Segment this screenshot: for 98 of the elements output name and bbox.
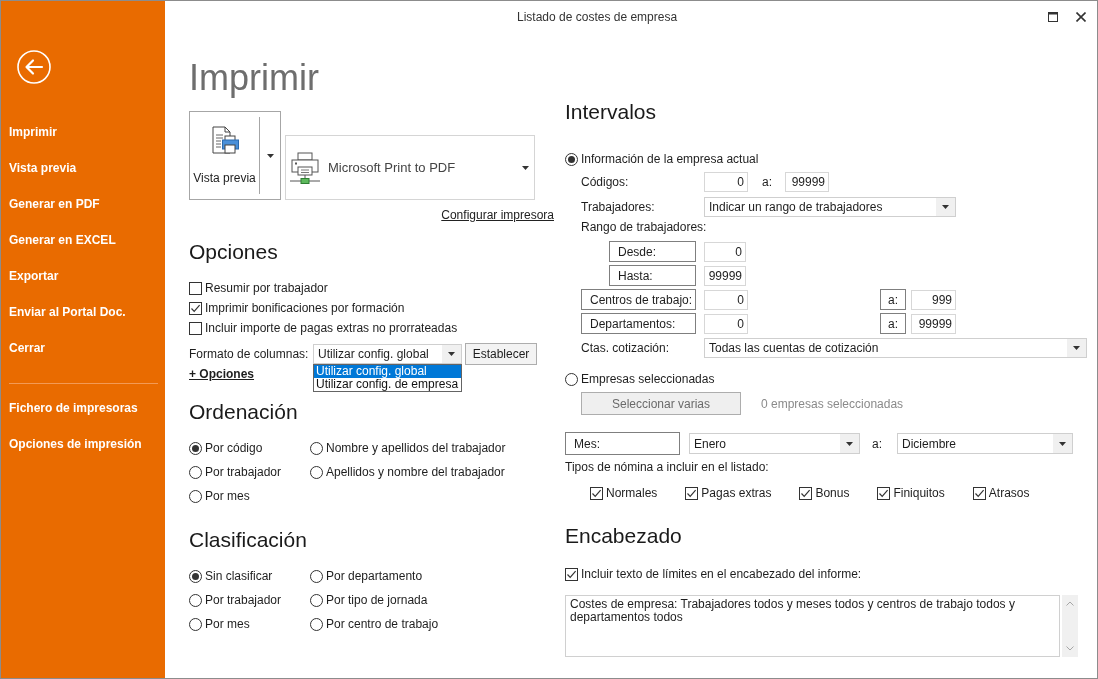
radio-label: Por departamento <box>326 568 423 585</box>
dropdown-option[interactable]: Utilizar config. global <box>314 365 461 378</box>
radio-label: Empresas seleccionadas <box>581 371 715 388</box>
radio-label: Por tipo de jornada <box>326 592 428 609</box>
field-label: Ctas. cotización: <box>581 340 671 357</box>
field-label: Códigos: <box>581 174 630 191</box>
checkbox-label: Atrasos <box>988 485 1030 502</box>
radio-button[interactable] <box>189 617 202 631</box>
checkbox-label: Imprimir bonificaciones por formación <box>205 300 405 317</box>
checkbox[interactable] <box>877 486 891 500</box>
code-from-field[interactable]: 0 <box>704 172 748 192</box>
checkbox[interactable] <box>565 567 578 581</box>
work-centers-label: Centros de trabajo: <box>581 289 696 310</box>
checkbox[interactable] <box>972 486 986 500</box>
work-centers-to-field[interactable]: 999 <box>911 289 956 310</box>
header-text-field[interactable]: Costes de empresa: Trabajadores todos y meses todos y centros de trabajo todos y departamentos todos <box>565 595 1060 657</box>
radio-button[interactable] <box>189 569 202 583</box>
caret-icon <box>942 205 949 209</box>
caret-icon <box>846 441 853 446</box>
section-heading: Opciones <box>189 239 279 265</box>
checkbox-label: Finiquitos <box>893 485 945 502</box>
radio-button[interactable] <box>565 152 578 166</box>
month-label: Mes: <box>565 432 680 455</box>
radio-label: Por trabajador <box>205 464 282 481</box>
month-from-dropdown[interactable]: Enero <box>689 433 860 454</box>
radio-button[interactable] <box>310 441 323 455</box>
range-from-field[interactable]: 0 <box>704 241 746 262</box>
departments-to-field[interactable]: 99999 <box>911 313 956 334</box>
range-to-label: Hasta: <box>609 265 696 286</box>
field-label: Trabajadores: <box>581 199 656 216</box>
radio-button[interactable] <box>310 569 323 583</box>
checkbox[interactable] <box>590 486 603 500</box>
checkbox-label: Normales <box>606 485 658 502</box>
radio-button[interactable] <box>189 441 202 455</box>
section-heading: Clasificación <box>189 527 308 553</box>
radio-label: Por código <box>205 440 263 457</box>
more-options-link[interactable]: + Opciones <box>189 367 255 381</box>
radio-label: Por mes <box>205 616 250 633</box>
radio-label: Por mes <box>205 488 250 505</box>
printer-icon <box>290 151 320 184</box>
document-printer-icon <box>209 126 240 156</box>
radio-label: Apellidos y nombre del trabajador <box>326 464 505 481</box>
departments-from-field[interactable]: 0 <box>704 313 748 334</box>
range-to-field[interactable]: 99999 <box>704 265 746 286</box>
field-label: Tipos de nómina a incluir en el listado: <box>565 460 769 474</box>
printer-dropdown[interactable]: Microsoft Print to PDF <box>285 135 535 200</box>
checkbox[interactable] <box>189 281 202 295</box>
work-centers-from-field[interactable]: 0 <box>704 289 748 310</box>
checkbox[interactable] <box>189 321 202 335</box>
apply-button[interactable]: Establecer <box>465 343 537 365</box>
checkbox[interactable] <box>799 486 813 500</box>
configure-printer-link[interactable]: Configurar impresora <box>441 208 554 222</box>
preview-button[interactable]: Vista previa <box>190 112 259 199</box>
field-label: Formato de columnas: <box>189 346 310 363</box>
checkbox-label: Pagas extras <box>701 485 772 502</box>
checkbox-label: Incluir texto de límites en el encabezado del informe: <box>581 566 862 583</box>
accounts-dropdown[interactable]: Todas las cuentas de cotización <box>704 338 1087 358</box>
departments-label: Departamentos: <box>581 313 696 334</box>
checkbox-label: Bonus <box>815 485 850 502</box>
field-label: a: <box>762 174 773 191</box>
workers-dropdown[interactable]: Indicar un rango de trabajadores <box>704 197 956 217</box>
companies-count-text: 0 empresas seleccionadas <box>761 395 904 413</box>
caret-icon <box>1059 441 1066 446</box>
field-label: Rango de trabajadores: <box>581 220 707 234</box>
field-label: a: <box>872 435 883 453</box>
section-heading: Intervalos <box>565 99 658 125</box>
checkbox-label: Resumir por trabajador <box>205 280 328 297</box>
radio-button[interactable] <box>189 489 202 503</box>
caret-icon <box>266 154 274 158</box>
range-end-label: a: <box>880 313 906 334</box>
page-title: Imprimir <box>189 56 320 100</box>
column-format-dropdown[interactable]: Utilizar config. global <box>313 344 462 364</box>
radio-button[interactable] <box>189 593 202 607</box>
radio-label: Por centro de trabajo <box>326 616 439 633</box>
radio-label: Por trabajador <box>205 592 282 609</box>
radio-label: Sin clasificar <box>205 568 273 585</box>
checkbox[interactable] <box>189 301 202 315</box>
radio-button[interactable] <box>310 617 323 631</box>
radio-button[interactable] <box>310 593 323 607</box>
radio-button[interactable] <box>189 465 202 479</box>
caret-icon <box>448 352 455 356</box>
section-heading: Encabezado <box>565 523 683 549</box>
radio-button[interactable] <box>310 465 323 479</box>
caret-icon <box>1073 346 1080 350</box>
radio-label: Nombre y apellidos del trabajador <box>326 440 506 457</box>
range-end-label: a: <box>880 289 906 310</box>
caret-icon <box>522 165 529 170</box>
code-to-field[interactable]: 99999 <box>785 172 829 192</box>
maximize-icon[interactable] <box>1048 12 1058 22</box>
dropdown-option[interactable]: Utilizar config. de empresa <box>314 378 461 391</box>
close-icon[interactable] <box>1076 12 1086 22</box>
radio-label: Información de la empresa actual <box>581 151 759 168</box>
checkbox-label: Incluir importe de pagas extras no prorrateadas <box>205 320 458 337</box>
checkbox[interactable] <box>685 486 699 500</box>
range-from-label: Desde: <box>609 241 696 262</box>
window-title: Listado de costes de empresa <box>517 9 678 26</box>
month-to-dropdown[interactable]: Diciembre <box>897 433 1073 454</box>
section-heading: Ordenación <box>189 399 299 425</box>
